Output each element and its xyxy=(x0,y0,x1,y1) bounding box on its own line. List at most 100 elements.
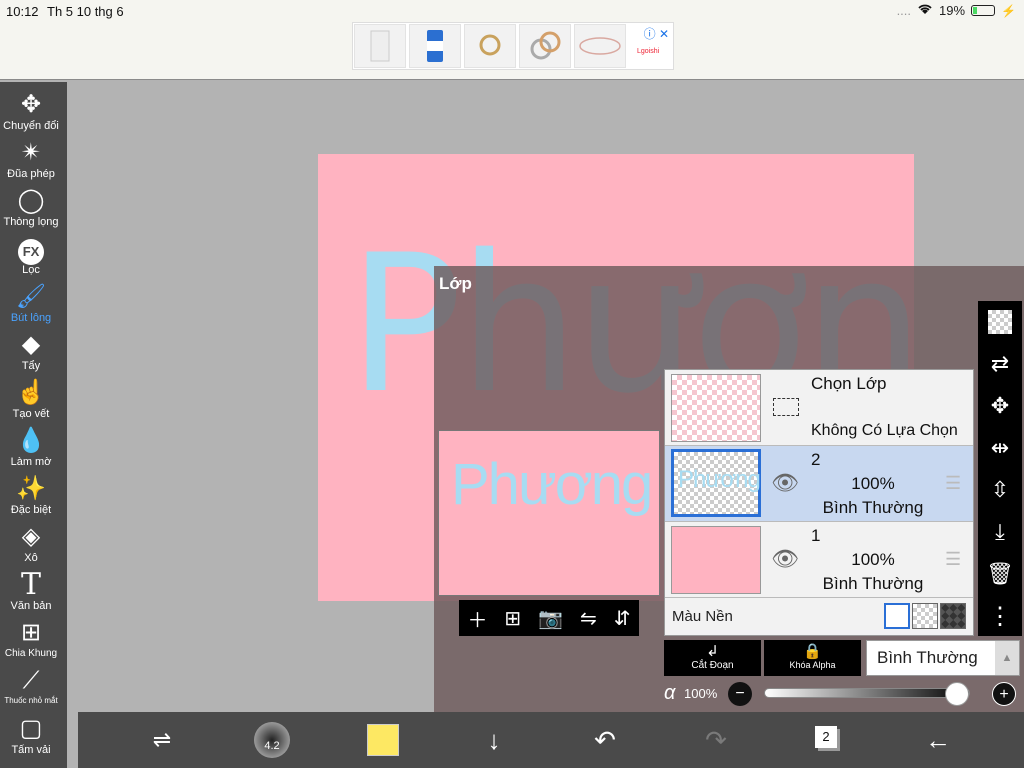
opacity-slider[interactable] xyxy=(764,682,970,706)
opacity-decrease-button[interactable]: − xyxy=(728,682,752,706)
flip-horizontal-icon[interactable]: ⇋ xyxy=(580,606,597,631)
frame-divider-icon: ⊞ xyxy=(20,619,42,646)
background-row: Màu Nền xyxy=(665,598,973,636)
layer-row[interactable]: Phương 👁 2 100% Bình Thường ☰ xyxy=(665,446,973,522)
color-swatch[interactable] xyxy=(367,724,399,756)
background-white-swatch[interactable] xyxy=(884,603,910,629)
tool-text[interactable]: T Văn bản xyxy=(0,567,62,613)
background-label: Màu Nền xyxy=(672,608,733,625)
tool-filter[interactable]: FX Lọc xyxy=(0,234,62,276)
fx-icon: FX xyxy=(0,234,62,265)
smudge-icon: ☝ xyxy=(16,379,46,406)
flip-vertical-icon[interactable]: ⇳ xyxy=(982,472,1018,508)
clipping-button[interactable]: ↲ Cắt Đoạn xyxy=(664,640,761,676)
lasso-icon: ◯ xyxy=(17,187,45,214)
tool-canvas[interactable]: ▢ Tấm vải xyxy=(0,714,62,756)
layers-button[interactable]: 2 xyxy=(815,726,837,748)
tool-label: Đũa phép xyxy=(7,168,55,180)
blend-mode-select[interactable]: Bình Thường ▲ xyxy=(866,640,1020,676)
drag-handle-icon[interactable]: ☰ xyxy=(945,474,963,492)
tool-label: Thòng lọng xyxy=(3,216,59,228)
background-transparent-swatch[interactable] xyxy=(912,603,938,629)
merge-down-icon[interactable]: ⤓ xyxy=(982,514,1018,550)
layer-row[interactable]: 👁 1 100% Bình Thường ☰ xyxy=(665,522,973,598)
battery-percent: 19% xyxy=(939,3,966,18)
layer-thumbnail-lettering: Phương xyxy=(678,466,761,493)
tool-frame-divider[interactable]: ⊞ Chia Khung xyxy=(0,618,62,659)
tool-brush[interactable]: 🖌 Bút lông xyxy=(0,282,62,324)
camera-icon[interactable]: 📷 xyxy=(538,606,563,631)
tool-label: Chia Khung xyxy=(4,648,58,659)
brush-eraser-swap-icon[interactable]: ⇌ xyxy=(144,722,180,758)
brush-icon: 🖌 xyxy=(15,283,47,310)
add-layer-icon[interactable]: ＋ xyxy=(467,604,487,633)
layer-list: Chọn Lớp Không Có Lựa Chọn Phương 👁 2 10… xyxy=(664,369,974,636)
ad-banner[interactable]: Lgoishi ⓘ ✕ xyxy=(352,22,674,70)
tool-label: Chuyển đổi xyxy=(3,120,59,132)
ad-product-image[interactable] xyxy=(354,24,406,68)
background-dark-swatch[interactable] xyxy=(940,603,966,629)
trash-icon[interactable]: 🗑 xyxy=(982,556,1018,592)
selection-marquee-icon xyxy=(773,398,799,416)
ad-product-image[interactable] xyxy=(519,24,571,68)
tool-label: Tấm vải xyxy=(11,744,51,756)
tool-blur[interactable]: 💧 Làm mờ xyxy=(0,426,62,468)
move-icon: ✥ xyxy=(20,91,42,118)
tool-label: Thuốc nhỏ mắt xyxy=(4,696,58,705)
battery-icon xyxy=(971,5,996,16)
flip-vertical-icon[interactable]: ⇵ xyxy=(614,606,631,631)
tool-label: Tạo vết xyxy=(12,408,50,420)
ad-product-image[interactable] xyxy=(409,24,461,68)
ad-info-icon[interactable]: ⓘ xyxy=(644,27,656,41)
redo-icon[interactable]: ↷ xyxy=(698,722,734,758)
bottom-toolbar: ⇌ 4.2 ↓ ↶ ↷ 2 ← xyxy=(78,712,1024,768)
text-icon: T xyxy=(20,567,41,602)
tool-smudge[interactable]: ☝ Tạo vết xyxy=(0,378,62,420)
checkerboard-icon[interactable] xyxy=(982,304,1018,340)
eye-icon[interactable]: 👁 xyxy=(771,548,799,570)
tool-transform[interactable]: ✥ Chuyển đổi xyxy=(0,90,62,132)
tool-label: Tẩy xyxy=(21,360,41,372)
tool-label: Xô xyxy=(24,552,38,564)
tool-special[interactable]: ✨ Đặc biệt xyxy=(0,474,62,516)
tool-magic-wand[interactable]: ✴ Đũa phép xyxy=(0,138,62,180)
canvas-icon: ▢ xyxy=(19,715,43,742)
layer-thumbnail xyxy=(671,526,761,594)
status-date: Th 5 10 thg 6 xyxy=(47,4,124,19)
ad-close-icon[interactable]: ✕ xyxy=(659,27,669,41)
status-indicators: .... 19% ⚡ xyxy=(897,3,1016,18)
arrow-down-icon[interactable]: ↓ xyxy=(476,722,512,758)
opacity-slider-knob[interactable] xyxy=(945,682,969,706)
lock-icon: 🔒 xyxy=(803,643,822,660)
selection-status: Không Có Lựa Chọn xyxy=(811,422,958,439)
layer-blend-mode: Bình Thường xyxy=(822,574,924,593)
flip-icon[interactable]: ⇹ xyxy=(982,430,1018,466)
brush-size-button[interactable]: 4.2 xyxy=(254,722,290,758)
eye-icon[interactable]: 👁 xyxy=(771,472,799,494)
more-icon[interactable]: ⋮ xyxy=(982,598,1018,634)
opacity-value: 100% xyxy=(684,686,718,701)
tool-eraser[interactable]: ◆ Tẩy xyxy=(0,330,62,372)
wifi-icon xyxy=(917,3,933,18)
charging-icon: ⚡ xyxy=(1001,3,1016,18)
undo-icon[interactable]: ↶ xyxy=(587,722,623,758)
ad-product-image[interactable] xyxy=(464,24,516,68)
transform-layer-icon[interactable]: ⇄ xyxy=(982,346,1018,382)
blend-mode-value: Bình Thường xyxy=(877,648,978,667)
add-layer-copy-icon[interactable]: ⊞ xyxy=(504,606,521,631)
drag-handle-icon[interactable]: ☰ xyxy=(945,550,963,568)
move-layer-icon[interactable]: ✥ xyxy=(982,388,1018,424)
tool-label: Làm mờ xyxy=(10,456,52,468)
layer-number: 1 xyxy=(811,526,821,545)
dropdown-arrow-icon: ▲ xyxy=(995,641,1019,675)
opacity-increase-button[interactable]: + xyxy=(992,682,1016,706)
selection-layer-row[interactable]: Chọn Lớp Không Có Lựa Chọn xyxy=(665,370,973,446)
tool-eyedropper[interactable]: ⟋ Thuốc nhỏ mắt xyxy=(0,666,62,705)
alpha-lock-button[interactable]: 🔒 Khóa Alpha xyxy=(764,640,861,676)
tool-bucket[interactable]: ◈ Xô xyxy=(0,522,62,564)
ad-product-image[interactable] xyxy=(574,24,626,68)
tool-lasso[interactable]: ◯ Thòng lọng xyxy=(0,186,62,228)
blur-icon: 💧 xyxy=(16,427,46,454)
layer-panel-title: Lớp xyxy=(439,274,472,293)
back-arrow-icon[interactable]: ← xyxy=(920,722,956,758)
